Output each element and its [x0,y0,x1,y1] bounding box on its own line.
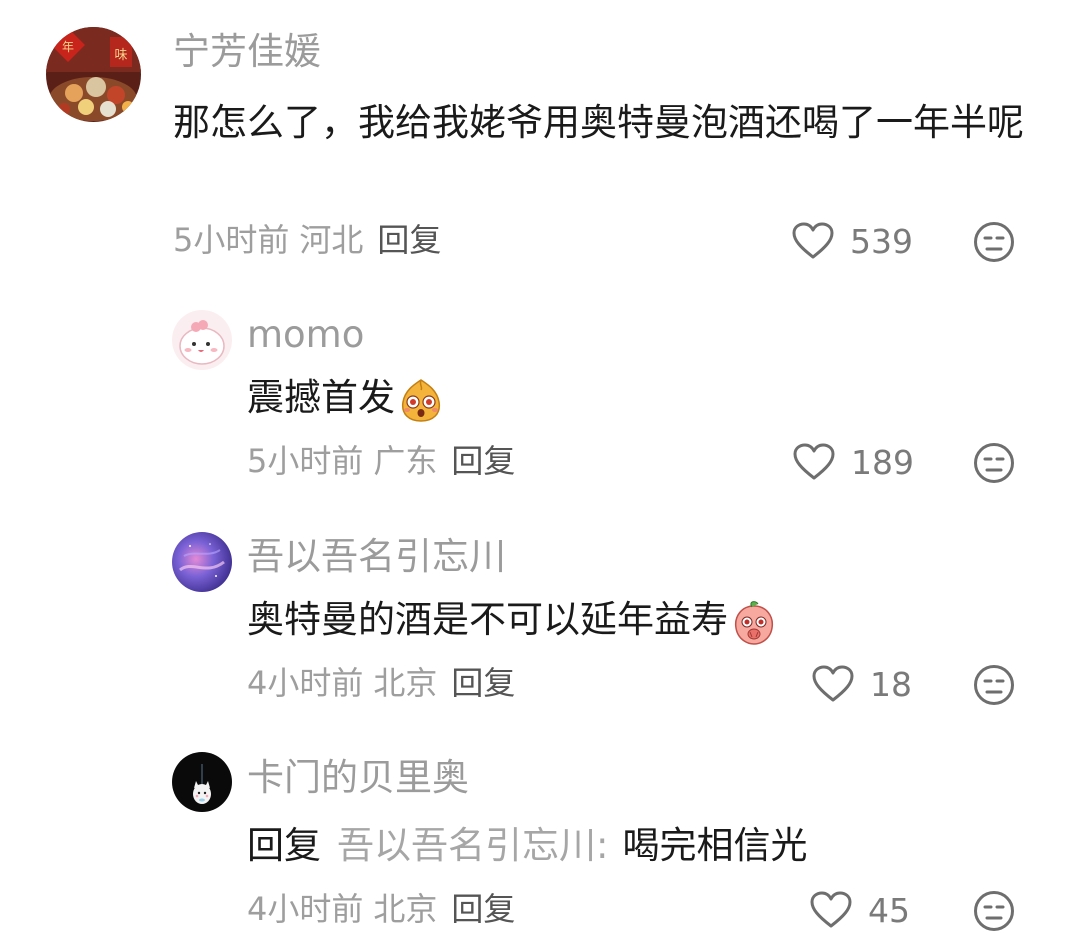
comment-time: 5小时前 [173,221,290,259]
comment-meta: 4小时前 北京 回复 [247,667,515,699]
reply-colon: : [596,824,609,867]
like-count: 45 [868,890,910,930]
user-avatar[interactable] [172,752,232,812]
comment-time: 4小时前 [247,664,364,702]
comment-text[interactable]: 奥特曼的酒是不可以延年益寿 [247,598,728,641]
dislike-face-icon[interactable] [973,442,1015,484]
comment-meta: 5小时前 广东 回复 [247,445,515,477]
dislike-face-icon[interactable] [973,221,1015,263]
comment-text-row: 奥特曼的酒是不可以延年益寿 [247,592,778,648]
comment-item: momo 震撼首发 5小时前 广东 回复 189 [0,290,1079,500]
comment-item: 卡门的贝里奥 回复 吾以吾名引忘川: 喝完相信光 4小时前 北京 回复 45 [0,735,1079,946]
comment-location: 广东 [373,442,438,480]
comment-location: 河北 [299,221,364,259]
comment-location: 北京 [373,890,438,928]
like-count: 189 [851,442,914,482]
reply-prefix: 回复 [247,824,321,867]
reply-button[interactable]: 回复 [377,221,441,259]
username[interactable]: momo [247,316,364,353]
peach-shy-emoji [734,600,774,645]
comment-meta: 5小时前 河北 回复 [173,224,441,256]
comment-text[interactable]: 那怎么了，我给我姥爷用奥特曼泡酒还喝了一年半呢 [173,95,1033,151]
like-button[interactable]: 189 [793,440,914,484]
comment-time: 4小时前 [247,890,364,928]
like-button[interactable]: 18 [812,662,912,706]
username[interactable]: 宁芳佳媛 [173,33,321,70]
heart-icon [810,891,852,928]
username[interactable]: 卡门的贝里奥 [247,759,469,796]
comment-text-row: 震撼首发 [247,370,445,426]
comment-text-row: 回复 吾以吾名引忘川: 喝完相信光 [247,818,807,874]
username[interactable]: 吾以吾名引忘川 [247,538,506,575]
avatar-glyph: 味 [114,48,127,63]
dislike-face-icon[interactable] [973,664,1015,706]
heart-icon [792,222,834,259]
reply-button[interactable]: 回复 [451,890,515,928]
comment-time: 5小时前 [247,442,364,480]
reply-button[interactable]: 回复 [451,442,515,480]
comment-meta: 4小时前 北京 回复 [247,893,515,925]
user-avatar[interactable] [172,310,232,370]
like-count: 539 [850,221,913,261]
reply-button[interactable]: 回复 [451,664,515,702]
like-button[interactable]: 539 [792,219,913,263]
comment-text[interactable]: 震撼首发 [247,376,395,419]
comment-text[interactable]: 喝完相信光 [622,824,807,867]
heart-icon [812,665,854,702]
comment-item: 吾以吾名引忘川 奥特曼的酒是不可以延年益寿 4小时前 北京 回复 18 [0,512,1079,722]
comment-location: 北京 [373,664,438,702]
reply-target-username[interactable]: 吾以吾名引忘川 [337,824,596,867]
user-avatar[interactable]: 年 味 [46,27,141,122]
user-avatar[interactable] [172,532,232,592]
comment-item: 年 味 宁芳佳媛 那怎么了，我给我姥爷用奥特曼泡酒还喝了一年半呢 5小时前 河北回… [0,0,1079,280]
heart-icon [793,443,835,480]
like-count: 18 [870,664,912,704]
dislike-face-icon[interactable] [973,890,1015,932]
like-button[interactable]: 45 [810,888,910,932]
shocked-face-emoji [401,378,441,422]
avatar-glyph: 年 [62,40,74,54]
